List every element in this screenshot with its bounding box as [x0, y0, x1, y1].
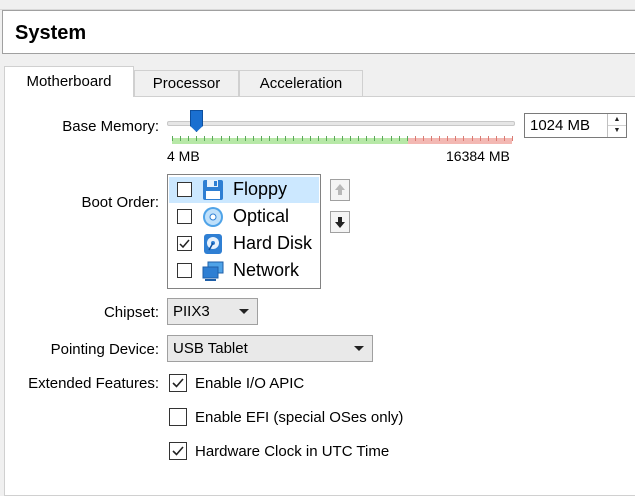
slider-tick: [221, 136, 222, 141]
slider-tick: [253, 136, 254, 141]
slider-tick: [512, 136, 513, 141]
motherboard-content: Base Memory: 4 MB 16384 MB 1024 MB ▲ ▼ B…: [0, 0, 635, 484]
extended-features-label: Extended Features:: [28, 375, 159, 392]
slider-tick: [423, 136, 424, 141]
chipset-select[interactable]: PIIX3: [167, 298, 258, 325]
base-memory-spinbox[interactable]: 1024 MB ▲ ▼: [524, 113, 627, 138]
slider-tick: [245, 136, 246, 141]
check-icon: [172, 378, 184, 388]
slider-tick: [237, 136, 238, 141]
base-memory-value: 1024 MB: [530, 117, 591, 134]
slider-tick: [472, 136, 473, 141]
slider-tick: [374, 136, 375, 141]
slider-tick: [188, 136, 189, 141]
efi-checkbox[interactable]: [169, 408, 187, 426]
slider-tick: [496, 136, 497, 141]
io-apic-checkbox[interactable]: [169, 374, 187, 392]
spin-down-button[interactable]: ▼: [608, 125, 626, 136]
slider-tick: [407, 136, 408, 141]
chipset-value: PIIX3: [173, 303, 210, 320]
slider-tick: [415, 136, 416, 141]
chipset-label: Chipset:: [103, 304, 159, 321]
chevron-down-icon: [239, 309, 249, 314]
efi-label: Enable EFI (special OSes only): [195, 409, 404, 426]
base-memory-min-label: 4 MB: [167, 148, 200, 164]
boot-floppy-checkbox[interactable]: [177, 182, 192, 197]
slider-tick: [326, 136, 327, 141]
boot-item-hard-disk[interactable]: Hard Disk: [169, 231, 319, 257]
slider-tick: [277, 136, 278, 141]
slider-tick: [318, 136, 319, 141]
boot-item-optical[interactable]: Optical: [169, 204, 319, 230]
boot-floppy-label: Floppy: [233, 179, 288, 199]
utc-clock-label: Hardware Clock in UTC Time: [195, 443, 390, 460]
slider-tick: [342, 136, 343, 141]
boot-network-label: Network: [233, 260, 300, 280]
network-icon: [202, 261, 224, 281]
base-memory-slider-scale: [172, 136, 513, 144]
slider-tick: [285, 136, 286, 141]
boot-item-network[interactable]: Network: [169, 258, 319, 284]
io-apic-label: Enable I/O APIC: [195, 375, 305, 392]
slider-tick: [310, 136, 311, 141]
slider-tick: [229, 136, 230, 141]
move-down-button[interactable]: [330, 211, 350, 233]
arrow-up-icon: [335, 184, 345, 195]
check-icon: [172, 446, 184, 456]
slider-tick: [350, 136, 351, 141]
boot-optical-label: Optical: [233, 206, 290, 226]
slider-tick: [391, 136, 392, 141]
optical-disc-icon: [203, 207, 223, 227]
slider-safe-zone: [172, 138, 408, 144]
slider-tick: [382, 136, 383, 141]
floppy-icon: [203, 180, 223, 200]
slider-tick: [399, 136, 400, 141]
slider-tick: [334, 136, 335, 141]
slider-tick: [269, 136, 270, 141]
boot-optical-checkbox[interactable]: [177, 209, 192, 224]
move-up-button[interactable]: [330, 179, 350, 201]
boot-hard-disk-checkbox[interactable]: [177, 236, 192, 251]
slider-tick: [196, 136, 197, 141]
base-memory-max-label: 16384 MB: [446, 148, 510, 164]
slider-tick: [204, 136, 205, 141]
slider-tick: [212, 136, 213, 141]
base-memory-slider-track[interactable]: [167, 121, 515, 126]
utc-clock-checkbox[interactable]: [169, 442, 187, 460]
pointing-device-value: USB Tablet: [173, 340, 248, 357]
slider-tick: [439, 136, 440, 141]
slider-tick: [463, 136, 464, 141]
slider-tick: [431, 136, 432, 141]
slider-tick: [302, 136, 303, 141]
slider-tick: [366, 136, 367, 141]
slider-tick: [293, 136, 294, 141]
slider-tick: [172, 136, 173, 141]
base-memory-label: Base Memory:: [62, 118, 159, 135]
base-memory-slider-thumb[interactable]: [190, 110, 203, 132]
arrow-down-icon: [335, 217, 345, 228]
boot-item-floppy[interactable]: Floppy: [169, 177, 319, 203]
base-memory-spin-buttons: ▲ ▼: [607, 114, 626, 137]
pointing-device-select[interactable]: USB Tablet: [167, 335, 373, 362]
chevron-down-icon: [354, 346, 364, 351]
boot-hard-disk-label: Hard Disk: [233, 233, 313, 253]
slider-tick: [455, 136, 456, 141]
slider-tick: [358, 136, 359, 141]
boot-order-list[interactable]: Floppy Optical Hard Disk Network: [167, 174, 321, 289]
check-icon: [179, 239, 190, 249]
hard-disk-icon: [204, 234, 222, 254]
slider-tick: [261, 136, 262, 141]
pointing-device-label: Pointing Device:: [50, 341, 159, 358]
boot-order-label: Boot Order:: [81, 194, 159, 211]
slider-tick: [180, 136, 181, 141]
slider-tick: [488, 136, 489, 141]
slider-tick: [480, 136, 481, 141]
slider-tick: [504, 136, 505, 141]
slider-tick: [447, 136, 448, 141]
boot-network-checkbox[interactable]: [177, 263, 192, 278]
